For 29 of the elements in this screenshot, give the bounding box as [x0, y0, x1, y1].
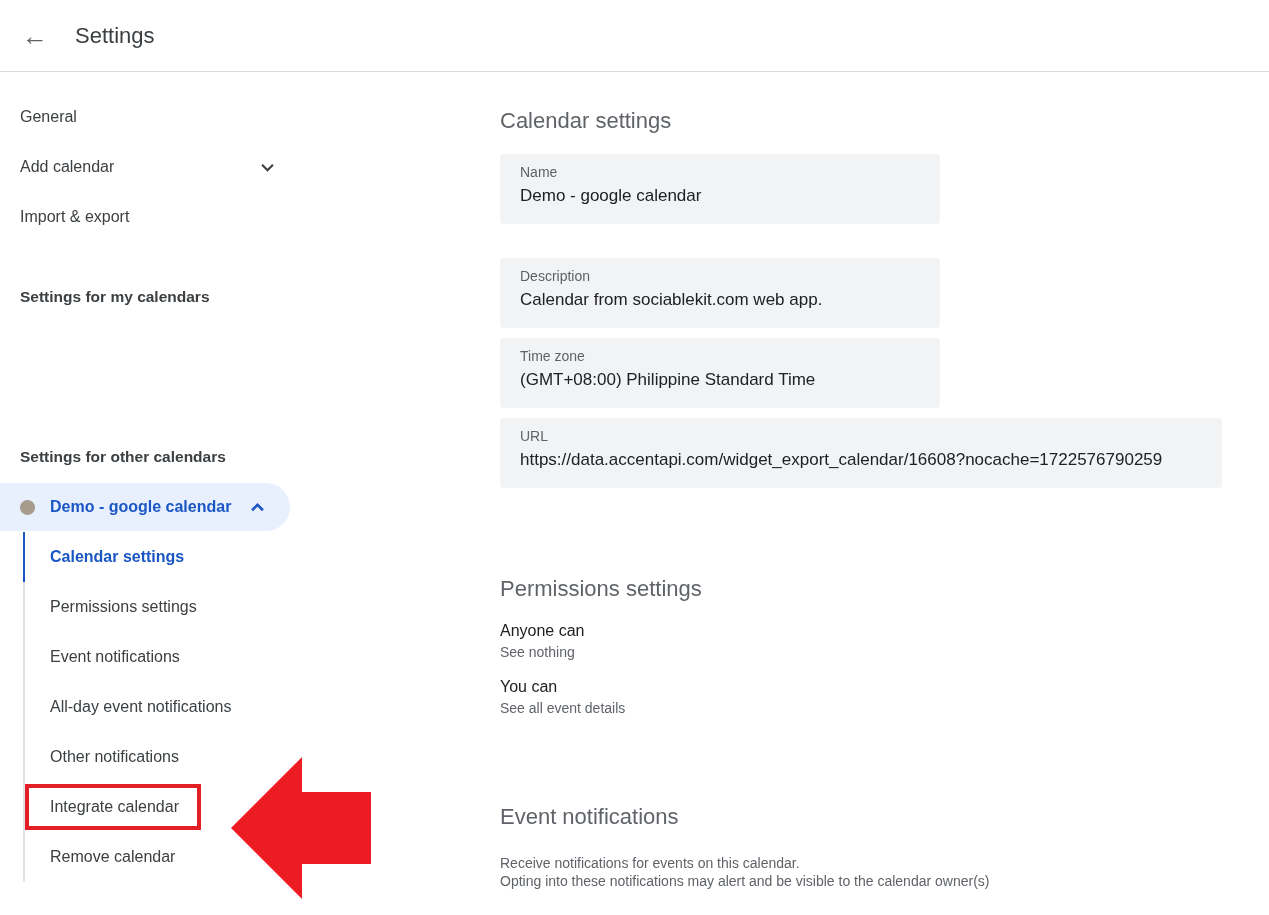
- input-field[interactable]: Description Calendar from sociablekit.com web app.: [500, 258, 940, 328]
- nav-item[interactable]: Import & export: [0, 192, 280, 242]
- nav-item[interactable]: Other notifications: [23, 732, 203, 782]
- section-heading: Settings for my calendars: [19, 287, 211, 307]
- section-title: Permissions settings: [500, 576, 703, 602]
- description-text: Opting into these notifications may alert and be visible to the calendar owner(s): [500, 872, 991, 890]
- nav-item[interactable]: Permissions settings: [23, 582, 221, 632]
- nav-item[interactable]: Integrate calendar: [23, 782, 203, 832]
- nav-item[interactable]: Add calendar: [0, 142, 280, 192]
- nav-item[interactable]: Event notifications: [23, 632, 204, 682]
- permission-value: See nothing: [500, 644, 576, 660]
- back-button[interactable]: ←: [22, 22, 52, 49]
- nav-item[interactable]: Calendar settings: [23, 532, 209, 582]
- nav-item[interactable]: All-day event notifications: [23, 682, 256, 732]
- section-heading: Settings for other calendars: [19, 447, 227, 467]
- section-title: Calendar settings: [500, 108, 673, 134]
- permission-label: You can: [500, 678, 559, 696]
- nav-item[interactable]: General: [0, 92, 280, 142]
- input-field[interactable]: Time zone (GMT+08:00) Philippine Standard Time: [500, 338, 940, 408]
- calendar-item[interactable]: Demo - google calendar: [0, 483, 290, 531]
- calendar-name: Demo - google calendar: [50, 498, 232, 516]
- description-text: Receive notifications for events on this calendar.: [500, 854, 801, 872]
- section-title: Event notifications: [500, 804, 680, 830]
- input-field[interactable]: Name Demo - google calendar: [500, 154, 940, 224]
- page-title: Settings: [75, 22, 155, 49]
- nav-item[interactable]: Remove calendar: [23, 832, 200, 882]
- input-field[interactable]: URL https://data.accentapi.com/widget_export_calendar/16608?nocache=1722576790259: [500, 418, 1223, 488]
- permission-value: See all event details: [500, 700, 627, 716]
- permission-label: Anyone can: [500, 622, 586, 640]
